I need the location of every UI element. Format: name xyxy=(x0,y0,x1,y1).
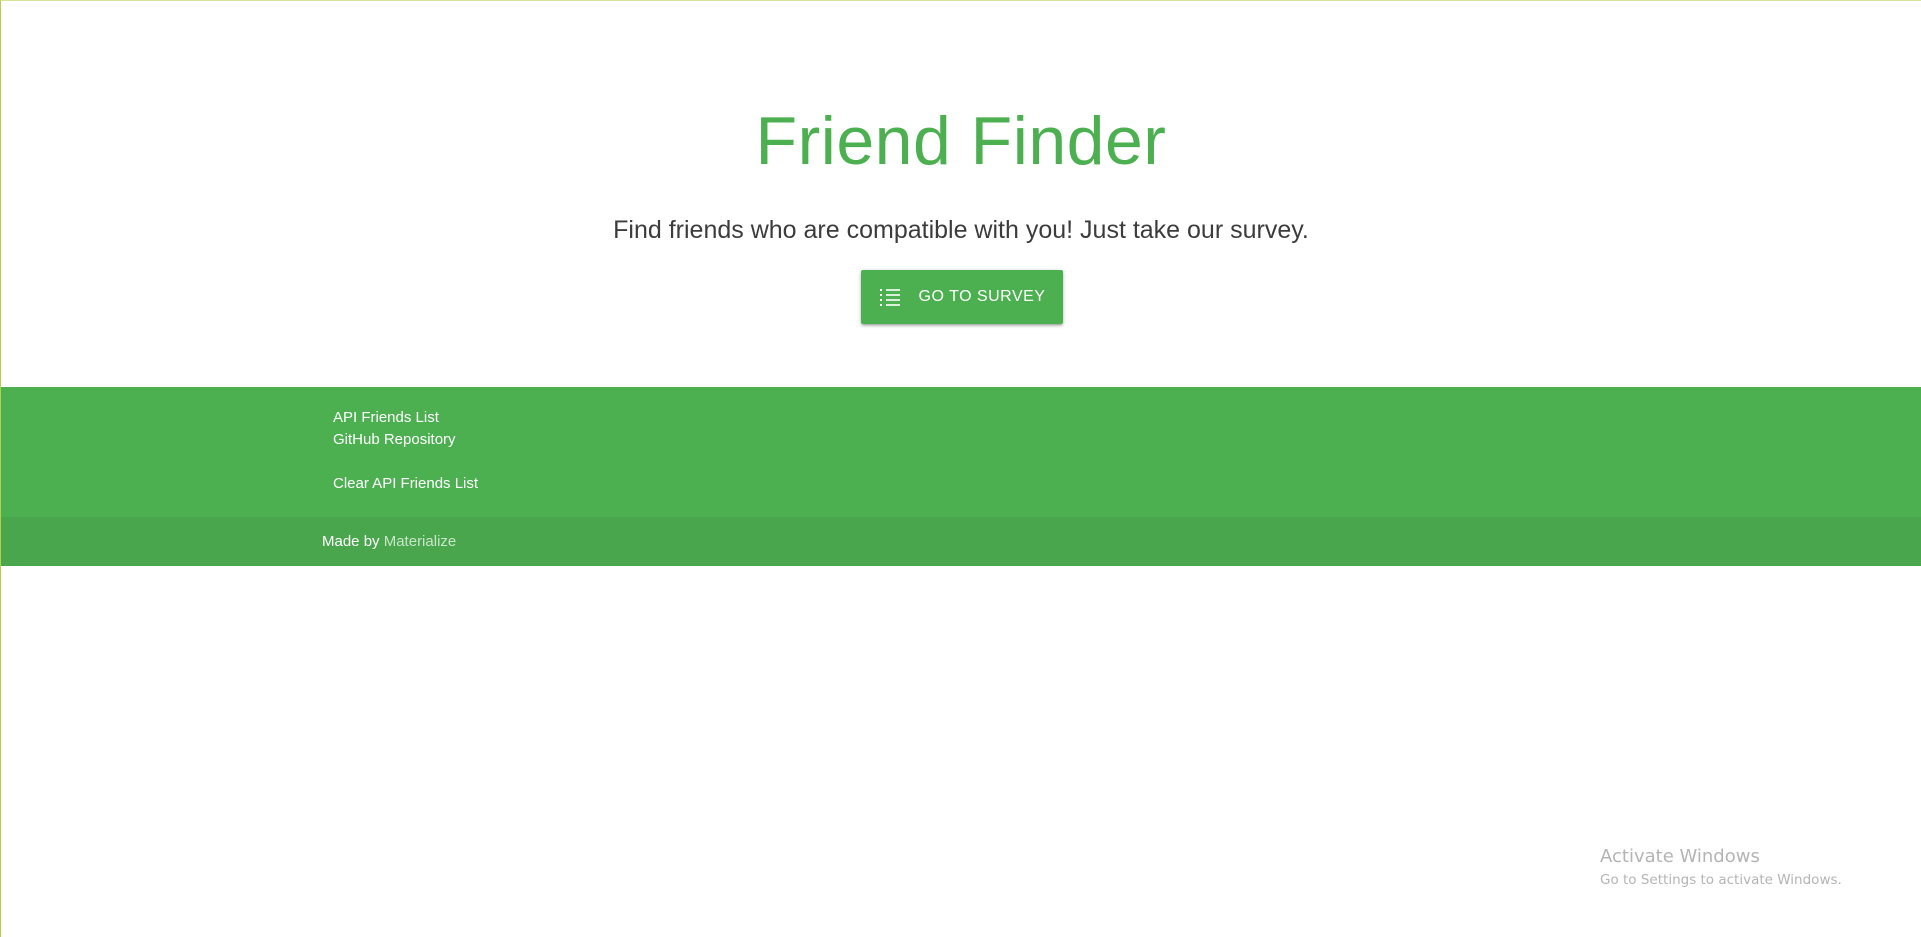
footer-link-api-friends-list[interactable]: API Friends List xyxy=(333,407,478,429)
watermark-subtitle: Go to Settings to activate Windows. xyxy=(1600,872,1842,888)
footer-copyright: Made by Materialize xyxy=(1,517,1921,566)
hero-subtitle: Find friends who are compatible with you… xyxy=(613,216,1309,244)
page-footer: API Friends List GitHub Repository Clear… xyxy=(1,387,1921,517)
activate-windows-watermark: Activate Windows Go to Settings to activ… xyxy=(1600,844,1842,890)
go-to-survey-label: GO TO SURVEY xyxy=(918,288,1046,305)
footer-link-clear-api-friends-list[interactable]: Clear API Friends List xyxy=(333,473,478,495)
footer-links: API Friends List GitHub Repository Clear… xyxy=(333,407,478,495)
footer-link-github-repository[interactable]: GitHub Repository xyxy=(333,429,478,451)
copyright-text: Made by Materialize xyxy=(322,532,456,552)
list-icon xyxy=(879,289,900,306)
page-title: Friend Finder xyxy=(755,103,1167,179)
made-by-label: Made by xyxy=(322,533,380,550)
materialize-link[interactable]: Materialize xyxy=(384,533,457,550)
go-to-survey-button[interactable]: GO TO SURVEY xyxy=(861,270,1063,324)
hero-section: Friend Finder Find friends who are compa… xyxy=(1,1,1921,387)
watermark-title: Activate Windows xyxy=(1600,846,1760,867)
